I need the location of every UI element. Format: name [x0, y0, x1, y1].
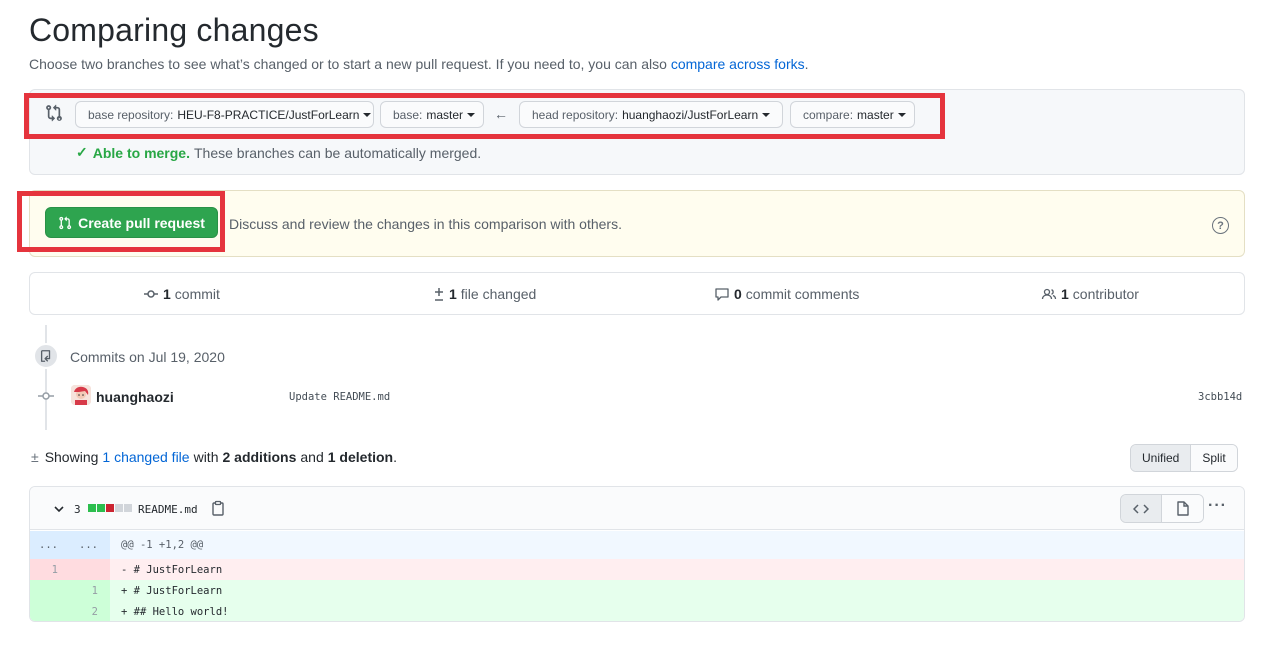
commit-node-icon: [38, 392, 54, 400]
new-line-number[interactable]: 2: [70, 601, 110, 621]
summary-additions: 2 additions: [222, 449, 297, 465]
commit-message[interactable]: Update README.md: [289, 391, 390, 403]
contributors-count: 1: [1061, 286, 1069, 302]
diff-line-added: 2 + ## Hello world!: [30, 601, 1244, 621]
diff-summary: ± Showing 1 changed file with 2 addition…: [31, 449, 397, 465]
code-view-button[interactable]: [1121, 495, 1162, 522]
commits-label: commit: [174, 286, 220, 302]
summary-and: and: [300, 449, 324, 465]
commit-sha[interactable]: 3cbb14d: [1198, 391, 1242, 403]
summary-with: with: [193, 449, 219, 465]
diffstat-block-deleted: [106, 504, 114, 512]
commits-stat[interactable]: 1 commit: [143, 286, 220, 302]
unified-view-button[interactable]: Unified: [1131, 445, 1192, 471]
file-icon: [1176, 501, 1189, 516]
chevron-down-icon[interactable]: [53, 503, 65, 515]
commit-icon: [144, 290, 158, 298]
code-icon: [1133, 503, 1149, 514]
diff-view-toggle: Unified Split: [1130, 444, 1238, 472]
files-count: 1: [449, 286, 457, 302]
diff-icon: ±: [31, 449, 39, 465]
merge-status: ✓ Able to merge. These branches can be a…: [76, 144, 481, 161]
files-changed-stat[interactable]: 1 file changed: [433, 286, 536, 302]
contributors-stat[interactable]: 1 contributor: [1041, 286, 1139, 302]
clipboard-icon[interactable]: [211, 500, 225, 516]
diff-icon: [435, 288, 443, 301]
people-icon: [1041, 288, 1057, 300]
hunk-expand-left[interactable]: ...: [30, 531, 70, 559]
old-line-number[interactable]: [30, 580, 70, 601]
commits-count: 1: [163, 286, 171, 302]
files-label: file changed: [460, 286, 537, 302]
commit-author[interactable]: huanghaozi: [96, 389, 174, 405]
file-header: 3 README.md ···: [30, 487, 1244, 530]
diff-line-text: + ## Hello world!: [121, 605, 229, 618]
page-title: Comparing changes: [29, 12, 319, 48]
comments-count: 0: [734, 286, 742, 302]
diffstat-block-neutral: [124, 504, 132, 512]
summary-period: .: [393, 449, 397, 465]
create-pr-description: Discuss and review the changes in this c…: [229, 216, 622, 232]
timeline-line: [45, 325, 47, 430]
compare-across-forks-link[interactable]: compare across forks: [671, 56, 805, 72]
diff-line-text: - # JustForLearn: [121, 563, 223, 576]
merge-status-label: Able to merge.: [92, 144, 190, 161]
question-icon[interactable]: ?: [1212, 217, 1229, 234]
new-line-number[interactable]: 1: [70, 580, 110, 601]
subtitle-text: Choose two branches to see what’s change…: [29, 56, 667, 72]
diffstat-block-neutral: [115, 504, 123, 512]
subtitle-end: .: [804, 56, 809, 72]
file-diff: 3 README.md ··· ... ... @@ -1 +1,2 @@ 1 …: [29, 486, 1245, 622]
diffstat-bar: [88, 504, 132, 512]
hunk-expand-right[interactable]: ...: [70, 531, 110, 559]
new-line-number[interactable]: [70, 559, 110, 580]
comment-icon: [715, 288, 729, 301]
commits-badge: [33, 343, 59, 369]
file-change-count: 3: [74, 503, 81, 516]
comments-label: commit comments: [745, 286, 860, 302]
summary-showing: Showing: [44, 449, 99, 465]
hunk-header-text: @@ -1 +1,2 @@: [121, 539, 204, 551]
merge-status-detail: These branches can be automatically merg…: [193, 144, 482, 161]
contributors-label: contributor: [1072, 286, 1139, 302]
file-name[interactable]: README.md: [138, 503, 198, 516]
diffstat-block-added: [97, 504, 105, 512]
summary-deletions: 1 deletion: [327, 449, 394, 465]
changed-files-link[interactable]: 1 changed file: [102, 449, 189, 465]
diffstat-block-added: [88, 504, 96, 512]
old-line-number[interactable]: 1: [30, 559, 70, 580]
file-view-buttons: [1120, 494, 1204, 523]
split-view-button[interactable]: Split: [1191, 445, 1237, 471]
check-icon: ✓: [76, 144, 88, 160]
page-subtitle: Choose two branches to see what’s change…: [29, 56, 809, 72]
highlight-box-range: [24, 93, 945, 139]
repo-push-icon: [40, 350, 51, 362]
diff-line-added: 1 + # JustForLearn: [30, 580, 1244, 601]
rich-diff-button[interactable]: [1162, 495, 1203, 522]
highlight-box-pr-button: [17, 191, 225, 252]
hunk-header-row: ... ... @@ -1 +1,2 @@: [30, 531, 1244, 559]
commit-comments-stat[interactable]: 0 commit comments: [714, 286, 859, 302]
diff-line-deleted: 1 - # JustForLearn: [30, 559, 1244, 580]
kebab-horizontal-icon[interactable]: ···: [1208, 497, 1227, 515]
commits-date-heading: Commits on Jul 19, 2020: [70, 349, 225, 365]
old-line-number[interactable]: [30, 601, 70, 621]
avatar[interactable]: [71, 385, 91, 405]
diff-line-text: + # JustForLearn: [121, 584, 223, 597]
